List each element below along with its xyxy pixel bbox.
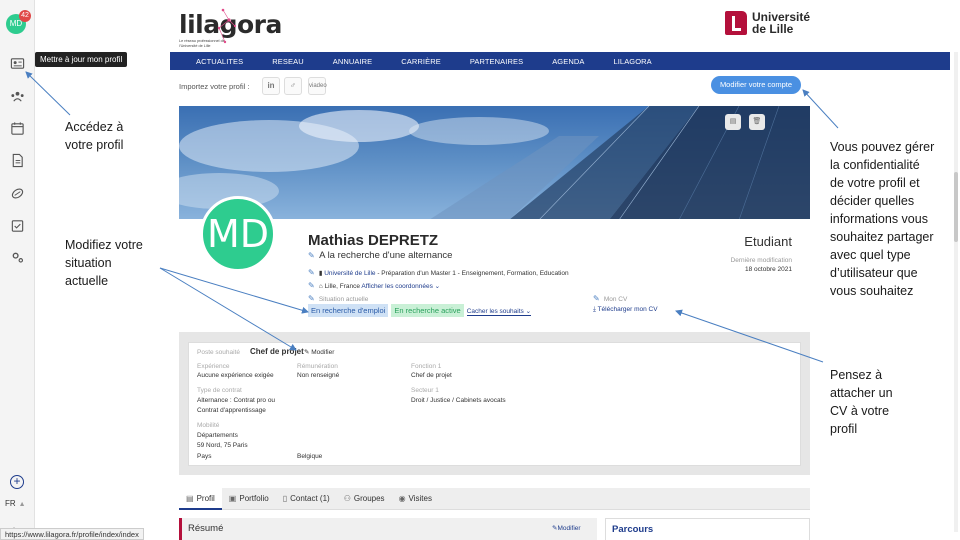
situation-pills: En recherche d'emploi En recherche active… bbox=[308, 304, 532, 317]
departements-label: Départements bbox=[197, 432, 238, 439]
settings-icon[interactable] bbox=[10, 250, 25, 265]
fonction-label: Fonction 1 bbox=[411, 363, 442, 370]
contrat-value-2: Contrat d'apprentissage bbox=[197, 407, 266, 414]
experience-value: Aucune expérience exigée bbox=[197, 372, 274, 379]
import-label: Importez votre profil : bbox=[179, 82, 250, 91]
active-search-pill: En recherche active bbox=[391, 304, 464, 317]
edit-account-button[interactable]: Modifier votre compte bbox=[711, 76, 801, 94]
annotation-profile-access: Accédez à votre profil bbox=[65, 120, 124, 152]
groups-icon: ⚇ bbox=[343, 494, 351, 503]
university-link[interactable]: Université de Lille bbox=[324, 270, 375, 277]
situation-label: ✎ Situation actuelle bbox=[308, 294, 369, 303]
pencil-icon: ✎ bbox=[304, 349, 310, 356]
secteur-value: Droit / Justice / Cabinets avocats bbox=[411, 397, 506, 404]
logo-dots-graphic bbox=[217, 8, 237, 44]
nav-lilagora[interactable]: LILAGORA bbox=[613, 57, 651, 66]
pencil-icon[interactable]: ✎ bbox=[593, 294, 602, 303]
nav-carriere[interactable]: CARRIÈRE bbox=[401, 57, 441, 66]
last-modified: Dernière modification 18 octobre 2021 bbox=[730, 257, 792, 273]
profile-headline[interactable]: ✎ A la recherche d'une alternance bbox=[308, 250, 452, 261]
banner-edit-icon[interactable]: ▤ bbox=[725, 114, 741, 130]
mobilite-label: Mobilité bbox=[197, 422, 220, 429]
pencil-icon[interactable]: ✎ bbox=[308, 251, 317, 260]
remuneration-label: Rémunération bbox=[297, 363, 338, 370]
main-nav: ACTUALITES RESEAU ANNUAIRE CARRIÈRE PART… bbox=[170, 52, 950, 70]
portfolio-icon: ▣ bbox=[228, 494, 237, 503]
fonction-value: Chef de projet bbox=[411, 372, 452, 379]
tab-groupes[interactable]: ⚇ Groupes bbox=[337, 488, 392, 510]
building-icon: ▮ bbox=[318, 270, 323, 277]
remuneration-value: Non renseigné bbox=[297, 372, 340, 379]
pencil-icon[interactable]: ✎ bbox=[308, 268, 317, 277]
eye-icon: ◉ bbox=[398, 494, 406, 503]
tab-profil[interactable]: ▤ Profil bbox=[179, 488, 222, 510]
page: { "sidebar": { "avatar_initials": "MD", … bbox=[0, 0, 960, 540]
resume-header: Résumé bbox=[179, 518, 597, 540]
scrollbar-track bbox=[954, 52, 958, 532]
pencil-icon[interactable]: ✎ bbox=[308, 294, 317, 303]
cover-banner bbox=[179, 106, 810, 220]
tab-portfolio[interactable]: ▣ Portfolio bbox=[222, 488, 276, 510]
poste-value: Chef de projet bbox=[250, 347, 304, 356]
modify-resume-link[interactable]: ✎Modifier bbox=[552, 524, 581, 532]
handshake-icon[interactable] bbox=[10, 186, 25, 201]
profile-avatar[interactable]: MD bbox=[200, 196, 276, 272]
annotation-privacy: Vous pouvez gérer la confidentialité de vo… bbox=[830, 140, 935, 298]
home-icon: ⌂ bbox=[318, 283, 323, 290]
profile-name: Mathias DEPRETZ bbox=[308, 232, 439, 249]
profile-card-icon[interactable] bbox=[5, 50, 31, 77]
cover-banner-image bbox=[179, 106, 810, 220]
notification-badge: 42 bbox=[19, 10, 31, 22]
contrat-label: Type de contrat bbox=[197, 387, 242, 394]
status-bar-url: https://www.lilagora.fr/profile/index/in… bbox=[0, 528, 144, 540]
profile-tabs: ▤ Profil ▣ Portfolio ▯ Contact (1) ⚇ Groupes… bbox=[179, 488, 810, 510]
profile-tab-icon: ▤ bbox=[186, 494, 194, 503]
parcours-header: Parcours bbox=[605, 518, 810, 540]
banner-delete-icon[interactable]: 🗑 bbox=[749, 114, 765, 130]
add-icon[interactable]: + bbox=[10, 475, 24, 489]
pencil-icon[interactable]: ✎ bbox=[308, 281, 317, 290]
pays-label: Pays bbox=[197, 453, 212, 460]
experience-label: Expérience bbox=[197, 363, 230, 370]
annotation-cv: Pensez à attacher un CV à votre profil bbox=[830, 368, 893, 436]
linkedin-import-button[interactable]: in bbox=[262, 77, 280, 95]
cv-section: ✎ Mon CV ⤓ Télécharger mon CV bbox=[593, 294, 658, 315]
annotation-situation: Modifiez votre situation actuelle bbox=[65, 238, 143, 288]
nav-partenaires[interactable]: PARTENAIRES bbox=[470, 57, 523, 66]
tab-contact[interactable]: ▯ Contact (1) bbox=[276, 488, 337, 510]
tooltip: Mettre à jour mon profil bbox=[35, 52, 128, 67]
education-line: ✎ ▮ Université de Lille - Préparation d'… bbox=[308, 268, 569, 277]
location-line: ✎ ⌂ Lille, France Afficher les coordonné… bbox=[308, 281, 441, 290]
language-selector[interactable]: FR ▲ bbox=[5, 499, 26, 508]
nav-reseau[interactable]: RESEAU bbox=[272, 57, 303, 66]
viadeo-import-button[interactable]: viadeo bbox=[308, 77, 327, 95]
hide-wishes-toggle[interactable]: Cacher les souhaits ⌄ bbox=[466, 308, 532, 316]
tab-visites[interactable]: ◉ Visites bbox=[392, 488, 439, 510]
job-search-pill: En recherche d'emploi bbox=[308, 304, 389, 317]
poste-label: Poste souhaité bbox=[197, 349, 241, 356]
nav-agenda[interactable]: AGENDA bbox=[552, 57, 584, 66]
download-cv-link[interactable]: ⤓ Télécharger mon CV bbox=[593, 305, 658, 315]
contrat-value: Alternance : Contrat pro ou bbox=[197, 397, 276, 404]
checklist-icon[interactable] bbox=[10, 218, 25, 233]
download-icon: ⤓ bbox=[593, 306, 596, 313]
pays-value: Belgique bbox=[297, 453, 323, 460]
universite-de-lille-logo: Université de Lille bbox=[725, 11, 810, 35]
lilagora-logo[interactable]: lilagora Le réseau professionnel de l'Un… bbox=[179, 8, 282, 49]
calendar-icon[interactable] bbox=[10, 121, 25, 136]
nav-actualites[interactable]: ACTUALITES bbox=[196, 57, 243, 66]
universite-mark-icon bbox=[725, 11, 747, 35]
departements-value: 59 Nord, 75 Paris bbox=[197, 442, 248, 449]
profile-status: Etudiant bbox=[744, 234, 792, 249]
scrollbar[interactable] bbox=[954, 52, 958, 532]
modify-wish-link[interactable]: ✎ Modifier bbox=[304, 348, 334, 357]
import-button-2[interactable]: ♂ bbox=[284, 77, 302, 95]
left-icon-rail: MD 42 + FR▲ › bbox=[0, 0, 35, 540]
document-icon[interactable] bbox=[10, 153, 25, 168]
network-icon[interactable] bbox=[10, 89, 25, 104]
show-contact-link[interactable]: Afficher les coordonnées ⌄ bbox=[361, 283, 440, 290]
contact-icon: ▯ bbox=[282, 494, 288, 503]
secteur-label: Secteur 1 bbox=[411, 387, 439, 394]
nav-annuaire[interactable]: ANNUAIRE bbox=[333, 57, 373, 66]
